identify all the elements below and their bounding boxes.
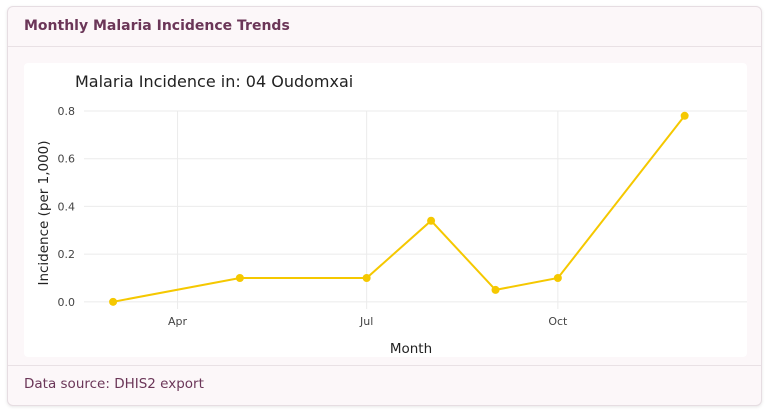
data-points	[109, 111, 689, 306]
line-chart: Malaria Incidence in: 04 Oudomxai 0.0 0.2…	[36, 72, 747, 357]
data-point[interactable]	[109, 297, 118, 306]
y-tick-label: 0.8	[58, 105, 76, 118]
card-title: Monthly Malaria Incidence Trends	[8, 7, 761, 47]
data-point[interactable]	[553, 273, 562, 282]
y-tick-label: 0.2	[58, 248, 76, 261]
data-point[interactable]	[427, 216, 436, 225]
x-tick-label: Jul	[359, 315, 373, 328]
card-footer: Data source: DHIS2 export	[8, 365, 761, 405]
data-point[interactable]	[235, 273, 244, 282]
y-tick-label: 0.4	[58, 200, 76, 213]
y-tick-label: 0.6	[58, 153, 76, 166]
x-tick-label: Oct	[548, 315, 568, 328]
y-axis-title: Incidence (per 1,000)	[36, 140, 52, 285]
data-point[interactable]	[491, 285, 500, 294]
x-tick-label: Apr	[168, 315, 188, 328]
data-point[interactable]	[680, 111, 689, 120]
chart-title: Malaria Incidence in: 04 Oudomxai	[75, 72, 353, 91]
grid-lines	[84, 110, 747, 309]
y-tick-label: 0.0	[58, 296, 76, 309]
chart-card: Monthly Malaria Incidence Trends Malaria…	[7, 6, 762, 406]
data-point[interactable]	[362, 273, 371, 282]
series-line	[112, 115, 686, 303]
x-axis-title: Month	[390, 341, 432, 357]
chart-container: Malaria Incidence in: 04 Oudomxai 0.0 0.2…	[24, 63, 747, 357]
y-axis-ticks: 0.0 0.2 0.4 0.6 0.8	[58, 105, 76, 309]
x-axis-ticks: Apr Jul Oct	[168, 315, 568, 328]
